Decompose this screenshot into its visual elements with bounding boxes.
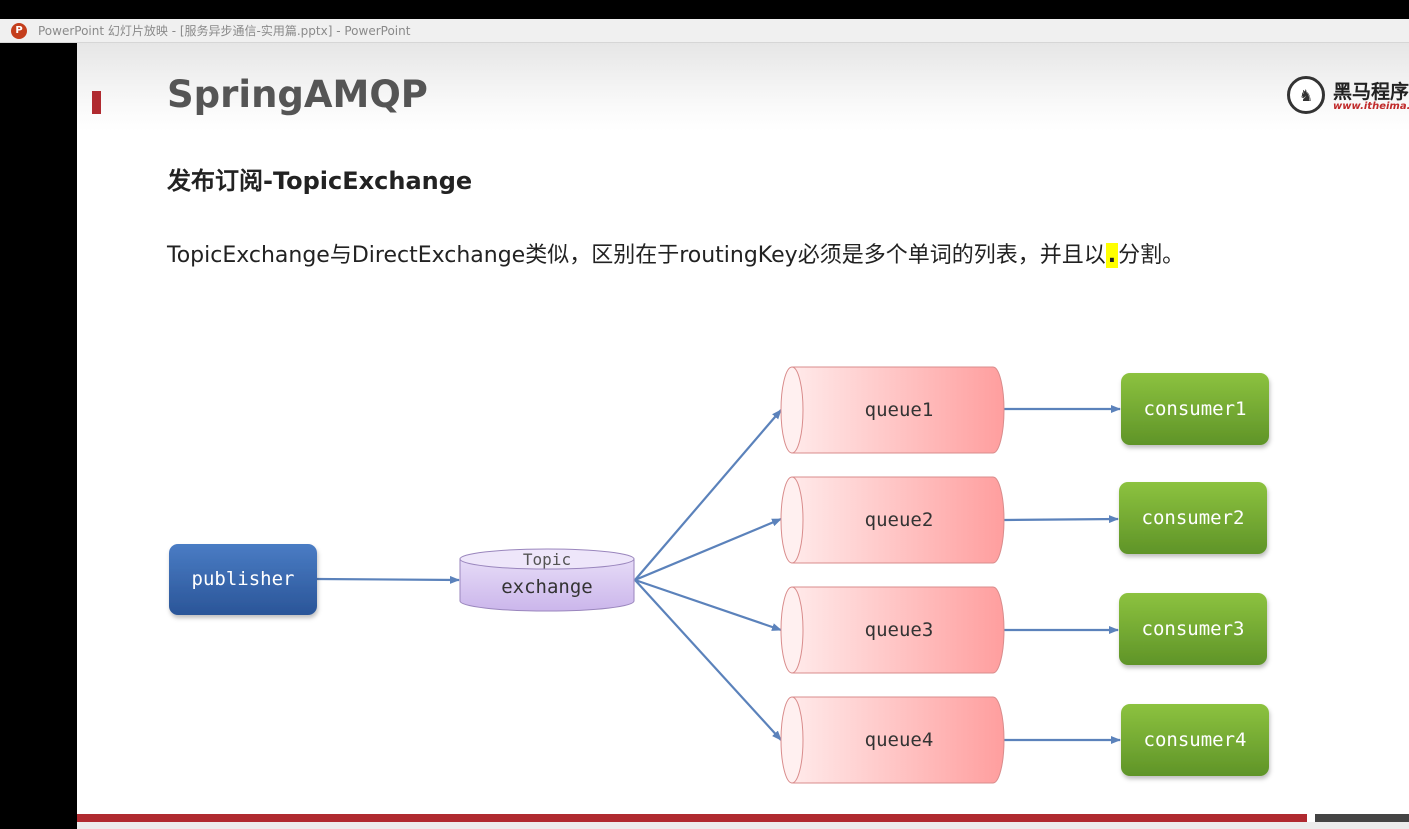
window-title: PowerPoint 幻灯片放映 - [服务异步通信-实用篇.pptx] - P… bbox=[38, 24, 411, 38]
queue2-node: queue2 bbox=[780, 476, 1005, 564]
consumer3-node: consumer3 bbox=[1119, 593, 1267, 665]
exchange-type-label: Topic bbox=[523, 550, 571, 569]
publisher-label: publisher bbox=[192, 568, 295, 590]
powerpoint-icon: P bbox=[11, 22, 27, 39]
consumer4-label: consumer4 bbox=[1144, 729, 1247, 751]
slide-footer-bar bbox=[77, 814, 1307, 822]
consumer2-label: consumer2 bbox=[1142, 507, 1245, 529]
queue1-label: queue1 bbox=[865, 399, 934, 421]
exchange-label: exchange bbox=[501, 576, 593, 598]
consumer2-node: consumer2 bbox=[1119, 482, 1267, 554]
queue1-node: queue1 bbox=[780, 366, 1005, 454]
publisher-node: publisher bbox=[169, 544, 317, 615]
queue4-label: queue4 bbox=[865, 729, 934, 751]
consumer4-node: consumer4 bbox=[1121, 704, 1269, 776]
queue3-label: queue3 bbox=[865, 619, 934, 641]
queue3-node: queue3 bbox=[780, 586, 1005, 674]
arrow-publisher-exchange bbox=[316, 575, 460, 584]
topic-exchange-node: Topic exchange bbox=[459, 548, 635, 612]
arrow-exchange-queue1 bbox=[634, 409, 782, 581]
consumer3-label: consumer3 bbox=[1142, 618, 1245, 640]
queue4-node: queue4 bbox=[780, 696, 1005, 784]
consumer1-label: consumer1 bbox=[1144, 398, 1247, 420]
slide: SpringAMQP ♞ 黑马程序 www.itheima.c 发布订阅-Top… bbox=[77, 43, 1409, 829]
screen-top-bar bbox=[0, 0, 1409, 19]
window-title-bar: P PowerPoint 幻灯片放映 - [服务异步通信-实用篇.pptx] -… bbox=[0, 19, 1409, 43]
arrow-queue2-consumer2 bbox=[1003, 515, 1119, 524]
slide-footer-right bbox=[1315, 814, 1409, 822]
arrow-exchange-queue2 bbox=[634, 517, 782, 582]
slideshow-bottom-strip bbox=[77, 822, 1409, 829]
topic-exchange-diagram: publisher Topic exchange queue1 queue2 q… bbox=[169, 366, 1269, 784]
queue2-label: queue2 bbox=[865, 509, 934, 531]
consumer1-node: consumer1 bbox=[1121, 373, 1269, 445]
